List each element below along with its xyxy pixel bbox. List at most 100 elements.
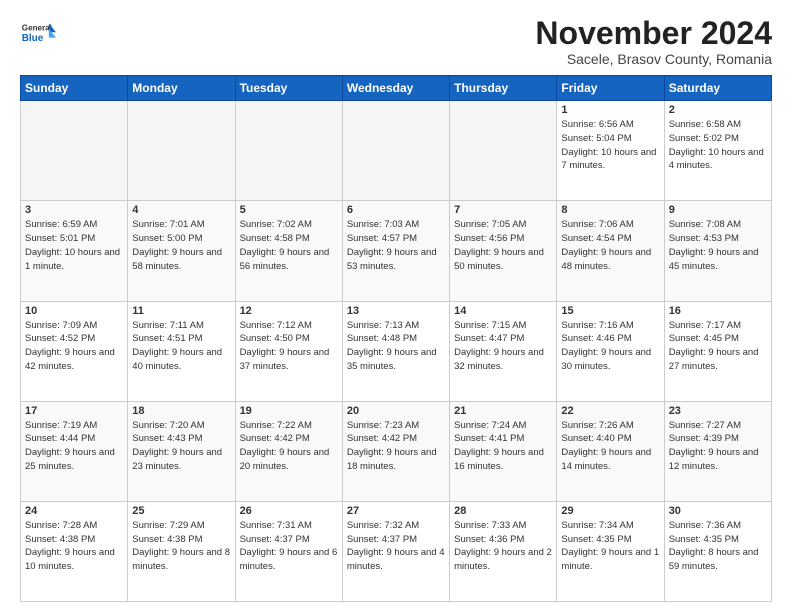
day-info: Sunrise: 7:23 AMSunset: 4:42 PMDaylight:… <box>347 419 445 474</box>
day-number: 15 <box>561 305 659 317</box>
day-cell: 6 Sunrise: 7:03 AMSunset: 4:57 PMDaylight… <box>342 201 449 301</box>
day-cell: 7 Sunrise: 7:05 AMSunset: 4:56 PMDaylight… <box>450 201 557 301</box>
day-info: Sunrise: 7:32 AMSunset: 4:37 PMDaylight:… <box>347 519 445 574</box>
day-info: Sunrise: 7:31 AMSunset: 4:37 PMDaylight:… <box>240 519 338 574</box>
col-header-monday: Monday <box>128 76 235 101</box>
day-cell: 13Sunrise: 7:13 AMSunset: 4:48 PMDayligh… <box>342 301 449 401</box>
day-cell: 17 Sunrise: 7:19 AMSunset: 4:44 PMDayligh… <box>21 401 128 501</box>
day-info: Sunrise: 7:13 AMSunset: 4:48 PMDaylight:… <box>347 319 445 374</box>
day-number: 22 <box>561 405 659 417</box>
day-cell: 30Sunrise: 7:36 AMSunset: 4:35 PMDayligh… <box>664 501 771 601</box>
day-number: 25 <box>132 505 230 517</box>
day-number: 11 <box>132 305 230 317</box>
day-info: Sunrise: 6:56 AMSunset: 5:04 PMDaylight:… <box>561 118 659 173</box>
day-cell <box>342 101 449 201</box>
day-cell <box>128 101 235 201</box>
day-cell: 4 Sunrise: 7:01 AMSunset: 5:00 PMDaylight… <box>128 201 235 301</box>
col-header-tuesday: Tuesday <box>235 76 342 101</box>
day-cell: 29 Sunrise: 7:34 AMSunset: 4:35 PMDayligh… <box>557 501 664 601</box>
day-number: 29 <box>561 505 659 517</box>
day-cell: 27 Sunrise: 7:32 AMSunset: 4:37 PMDayligh… <box>342 501 449 601</box>
day-number: 21 <box>454 405 552 417</box>
page: General Blue November 2024 Sacele, Braso… <box>0 0 792 612</box>
week-row-1: 1 Sunrise: 6:56 AMSunset: 5:04 PMDaylight… <box>21 101 772 201</box>
col-header-wednesday: Wednesday <box>342 76 449 101</box>
day-info: Sunrise: 7:26 AMSunset: 4:40 PMDaylight:… <box>561 419 659 474</box>
svg-text:General: General <box>22 23 52 32</box>
day-number: 1 <box>561 104 659 116</box>
day-info: Sunrise: 7:34 AMSunset: 4:35 PMDaylight:… <box>561 519 659 574</box>
day-number: 17 <box>25 405 123 417</box>
day-info: Sunrise: 7:33 AMSunset: 4:36 PMDaylight:… <box>454 519 552 574</box>
day-info: Sunrise: 7:09 AMSunset: 4:52 PMDaylight:… <box>25 319 123 374</box>
day-cell: 21 Sunrise: 7:24 AMSunset: 4:41 PMDayligh… <box>450 401 557 501</box>
day-info: Sunrise: 7:05 AMSunset: 4:56 PMDaylight:… <box>454 218 552 273</box>
col-header-saturday: Saturday <box>664 76 771 101</box>
day-number: 7 <box>454 204 552 216</box>
day-info: Sunrise: 7:28 AMSunset: 4:38 PMDaylight:… <box>25 519 123 574</box>
day-info: Sunrise: 7:08 AMSunset: 4:53 PMDaylight:… <box>669 218 767 273</box>
day-cell: 14Sunrise: 7:15 AMSunset: 4:47 PMDayligh… <box>450 301 557 401</box>
day-info: Sunrise: 7:12 AMSunset: 4:50 PMDaylight:… <box>240 319 338 374</box>
day-info: Sunrise: 7:03 AMSunset: 4:57 PMDaylight:… <box>347 218 445 273</box>
location-title: Sacele, Brasov County, Romania <box>535 51 772 67</box>
day-number: 27 <box>347 505 445 517</box>
day-cell: 11 Sunrise: 7:11 AMSunset: 4:51 PMDayligh… <box>128 301 235 401</box>
day-info: Sunrise: 7:29 AMSunset: 4:38 PMDaylight:… <box>132 519 230 574</box>
day-cell: 19Sunrise: 7:22 AMSunset: 4:42 PMDayligh… <box>235 401 342 501</box>
day-cell: 3 Sunrise: 6:59 AMSunset: 5:01 PMDaylight… <box>21 201 128 301</box>
day-cell: 1 Sunrise: 6:56 AMSunset: 5:04 PMDaylight… <box>557 101 664 201</box>
week-row-5: 24 Sunrise: 7:28 AMSunset: 4:38 PMDayligh… <box>21 501 772 601</box>
day-number: 14 <box>454 305 552 317</box>
day-cell: 20 Sunrise: 7:23 AMSunset: 4:42 PMDayligh… <box>342 401 449 501</box>
day-cell: 8Sunrise: 7:06 AMSunset: 4:54 PMDaylight… <box>557 201 664 301</box>
day-number: 19 <box>240 405 338 417</box>
calendar-table: SundayMondayTuesdayWednesdayThursdayFrid… <box>20 75 772 602</box>
day-info: Sunrise: 7:16 AMSunset: 4:46 PMDaylight:… <box>561 319 659 374</box>
calendar-header-row: SundayMondayTuesdayWednesdayThursdayFrid… <box>21 76 772 101</box>
day-number: 24 <box>25 505 123 517</box>
day-cell: 15 Sunrise: 7:16 AMSunset: 4:46 PMDayligh… <box>557 301 664 401</box>
month-title: November 2024 <box>535 16 772 51</box>
day-cell <box>450 101 557 201</box>
day-info: Sunrise: 7:19 AMSunset: 4:44 PMDaylight:… <box>25 419 123 474</box>
day-cell <box>235 101 342 201</box>
day-number: 23 <box>669 405 767 417</box>
day-info: Sunrise: 7:06 AMSunset: 4:54 PMDaylight:… <box>561 218 659 273</box>
day-info: Sunrise: 6:58 AMSunset: 5:02 PMDaylight:… <box>669 118 767 173</box>
day-info: Sunrise: 7:36 AMSunset: 4:35 PMDaylight:… <box>669 519 767 574</box>
day-number: 20 <box>347 405 445 417</box>
day-info: Sunrise: 7:02 AMSunset: 4:58 PMDaylight:… <box>240 218 338 273</box>
col-header-thursday: Thursday <box>450 76 557 101</box>
day-cell: 23 Sunrise: 7:27 AMSunset: 4:39 PMDayligh… <box>664 401 771 501</box>
day-cell: 22 Sunrise: 7:26 AMSunset: 4:40 PMDayligh… <box>557 401 664 501</box>
day-number: 6 <box>347 204 445 216</box>
day-number: 9 <box>669 204 767 216</box>
day-info: Sunrise: 7:01 AMSunset: 5:00 PMDaylight:… <box>132 218 230 273</box>
day-cell: 18Sunrise: 7:20 AMSunset: 4:43 PMDayligh… <box>128 401 235 501</box>
day-number: 3 <box>25 204 123 216</box>
header: General Blue November 2024 Sacele, Braso… <box>20 16 772 67</box>
day-number: 12 <box>240 305 338 317</box>
week-row-4: 17 Sunrise: 7:19 AMSunset: 4:44 PMDayligh… <box>21 401 772 501</box>
col-header-sunday: Sunday <box>21 76 128 101</box>
day-cell: 2Sunrise: 6:58 AMSunset: 5:02 PMDaylight… <box>664 101 771 201</box>
day-number: 18 <box>132 405 230 417</box>
week-row-3: 10 Sunrise: 7:09 AMSunset: 4:52 PMDayligh… <box>21 301 772 401</box>
day-number: 4 <box>132 204 230 216</box>
day-number: 10 <box>25 305 123 317</box>
day-info: Sunrise: 7:27 AMSunset: 4:39 PMDaylight:… <box>669 419 767 474</box>
day-number: 5 <box>240 204 338 216</box>
day-cell: 28Sunrise: 7:33 AMSunset: 4:36 PMDayligh… <box>450 501 557 601</box>
day-cell: 25 Sunrise: 7:29 AMSunset: 4:38 PMDayligh… <box>128 501 235 601</box>
day-cell: 5 Sunrise: 7:02 AMSunset: 4:58 PMDaylight… <box>235 201 342 301</box>
day-cell: 24 Sunrise: 7:28 AMSunset: 4:38 PMDayligh… <box>21 501 128 601</box>
day-info: Sunrise: 7:11 AMSunset: 4:51 PMDaylight:… <box>132 319 230 374</box>
day-cell <box>21 101 128 201</box>
day-info: Sunrise: 7:24 AMSunset: 4:41 PMDaylight:… <box>454 419 552 474</box>
day-info: Sunrise: 6:59 AMSunset: 5:01 PMDaylight:… <box>25 218 123 273</box>
day-cell: 10 Sunrise: 7:09 AMSunset: 4:52 PMDayligh… <box>21 301 128 401</box>
day-cell: 16Sunrise: 7:17 AMSunset: 4:45 PMDayligh… <box>664 301 771 401</box>
col-header-friday: Friday <box>557 76 664 101</box>
logo-icon: General Blue <box>20 16 56 52</box>
